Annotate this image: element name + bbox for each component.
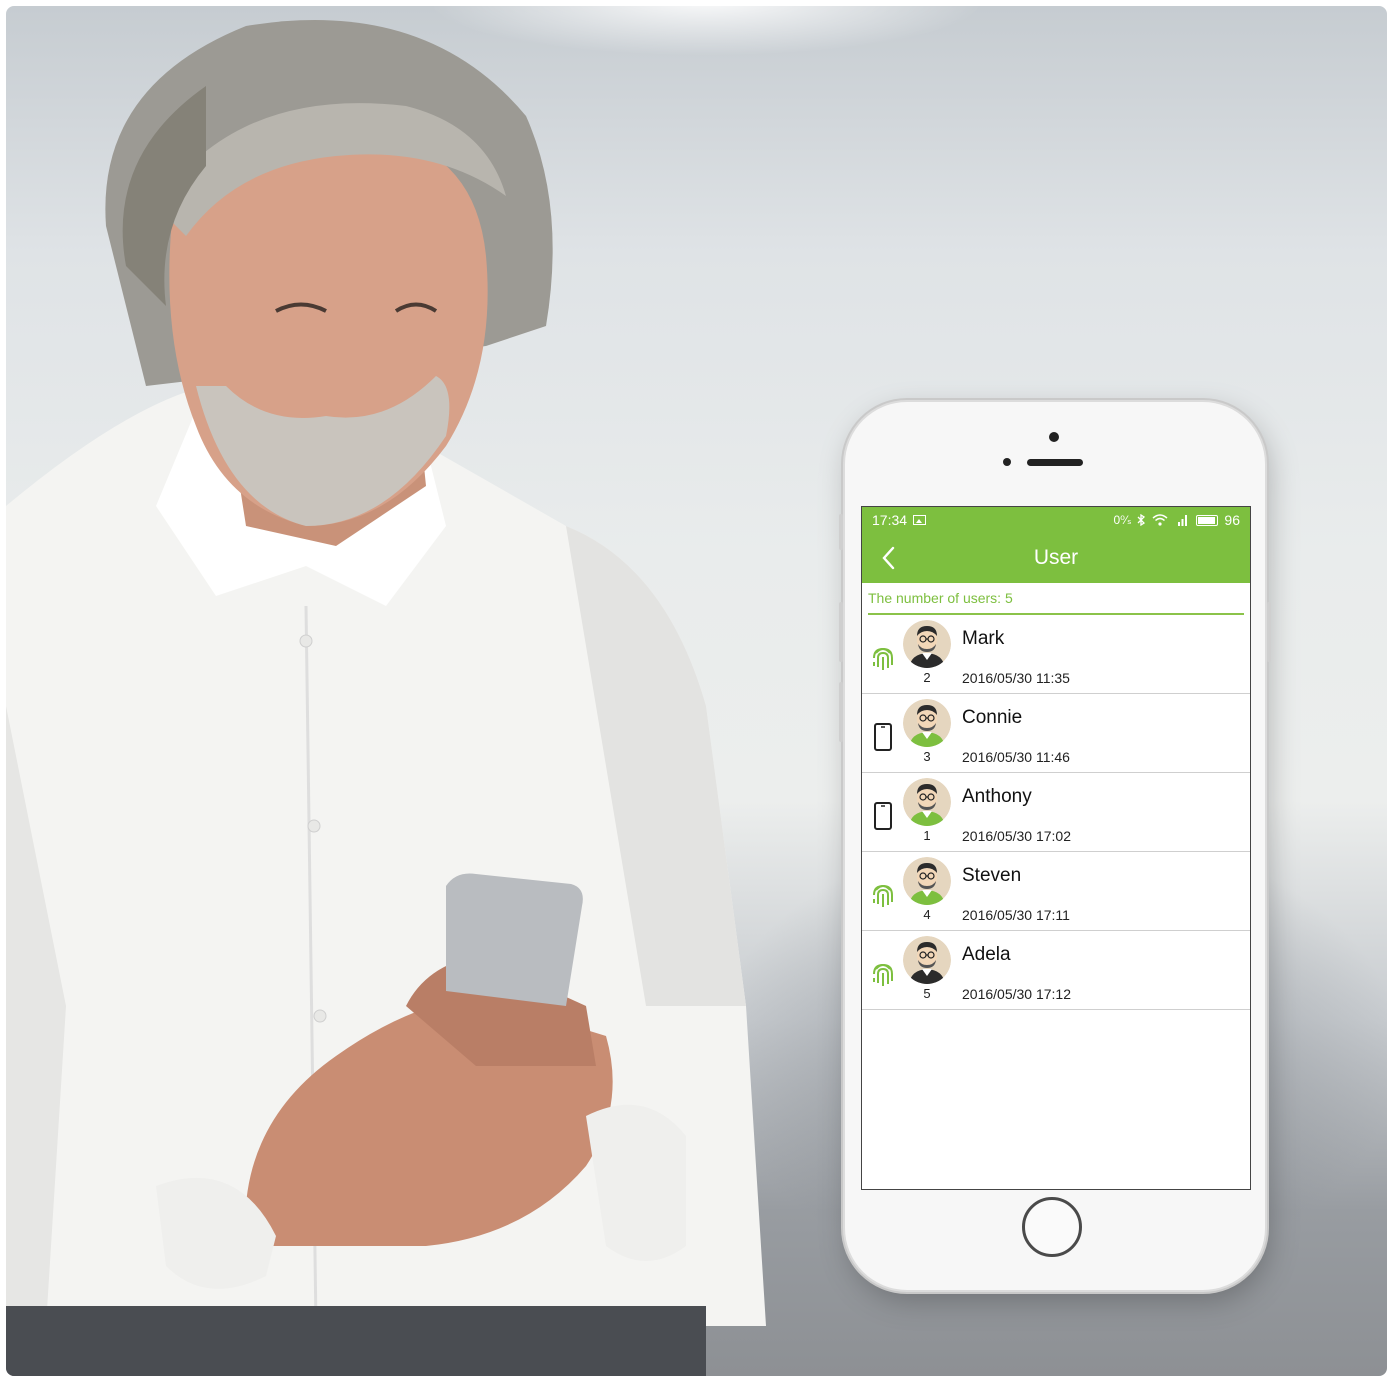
net-speed: 0⁰⁄ₛ (1113, 513, 1132, 527)
home-button[interactable] (1022, 1197, 1082, 1257)
user-row[interactable]: 2 Mark 2016/05/30 11:35 (862, 615, 1250, 694)
user-timestamp: 2016/05/30 17:02 (962, 828, 1071, 844)
earpiece (1027, 459, 1083, 466)
status-bar: 17:34 0⁰⁄ₛ 96 (862, 507, 1250, 533)
status-icons: 0⁰⁄ₛ 96 (1113, 512, 1240, 528)
user-row[interactable]: 3 Connie 2016/05/30 11:46 (862, 694, 1250, 773)
user-id: 1 (923, 828, 931, 843)
wifi-icon (1152, 514, 1168, 526)
user-timestamp: 2016/05/30 17:11 (962, 907, 1070, 923)
front-camera-icon (1049, 432, 1059, 442)
avatar (903, 857, 951, 905)
volume-up-button (839, 602, 843, 662)
volume-down-button (839, 682, 843, 742)
bluetooth-icon (1137, 514, 1146, 526)
phone-icon (874, 723, 892, 751)
app-screen: 17:34 0⁰⁄ₛ 96 User The number of users: … (861, 506, 1251, 1190)
power-button (1267, 602, 1271, 662)
fingerprint-icon (873, 963, 893, 986)
user-id: 2 (923, 670, 931, 685)
status-time: 17:34 (872, 512, 908, 528)
avatar (903, 699, 951, 747)
user-name: Mark (962, 628, 1005, 649)
fingerprint-icon (873, 647, 893, 670)
user-timestamp: 2016/05/30 11:35 (962, 670, 1070, 686)
avatar (903, 936, 951, 984)
user-timestamp: 2016/05/30 11:46 (962, 749, 1070, 765)
user-timestamp: 2016/05/30 17:12 (962, 986, 1071, 1002)
user-id: 5 (923, 986, 931, 1001)
page-title: User (1033, 546, 1079, 569)
user-row[interactable]: 5 Adela 2016/05/30 17:12 (862, 931, 1250, 1010)
phone-mockup: 17:34 0⁰⁄ₛ 96 User The number of users: … (839, 402, 1271, 1290)
signal-icon (1178, 515, 1188, 526)
sensor-dot-icon (1003, 458, 1011, 466)
user-name: Adela (962, 944, 1011, 965)
battery-icon (1196, 514, 1219, 526)
image-notification-icon (913, 515, 927, 525)
user-id: 3 (923, 749, 931, 764)
fingerprint-icon (873, 884, 893, 907)
user-row[interactable]: 1 Anthony 2016/05/30 17:02 (862, 773, 1250, 852)
avatar (903, 778, 951, 826)
user-name: Anthony (962, 786, 1032, 807)
avatar (903, 620, 951, 668)
battery-level: 96 (1224, 512, 1240, 528)
man-photo (6, 20, 766, 1376)
user-name: Connie (962, 707, 1023, 728)
user-row[interactable]: 4 Steven 2016/05/30 17:11 (862, 852, 1250, 931)
title-bar: User (862, 533, 1250, 583)
user-list: 2 Mark 2016/05/30 11:35 3 Connie 2016/05… (862, 615, 1250, 1010)
phone-icon (874, 802, 892, 830)
back-arrow-icon[interactable] (878, 545, 900, 571)
user-name: Steven (962, 865, 1022, 886)
user-id: 4 (923, 907, 931, 922)
mute-switch (839, 514, 843, 550)
user-count: The number of users: 5 (868, 583, 1244, 615)
